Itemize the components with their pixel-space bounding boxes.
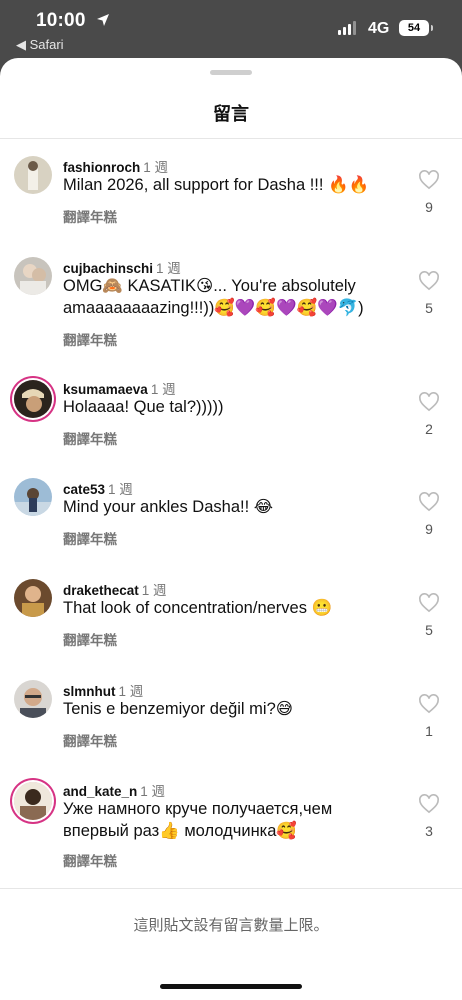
comment-time: 1 週	[108, 482, 133, 497]
comments-sheet: 留言 fashionroch 1 週 Milan 2026, all suppor…	[0, 58, 462, 1000]
header-divider	[0, 138, 462, 139]
comment-username[interactable]: ksumamaeva	[63, 382, 148, 397]
comment-time: 1 週	[156, 261, 181, 276]
like-heart-icon[interactable]	[418, 170, 440, 190]
like-heart-icon[interactable]	[418, 271, 440, 291]
translate-button[interactable]: 翻譯年糕	[63, 206, 117, 226]
status-time: 10:00	[36, 10, 86, 31]
comment-username[interactable]: slmnhut	[63, 684, 116, 699]
comment-username[interactable]: cujbachinschi	[63, 261, 153, 276]
like-count: 2	[425, 421, 433, 437]
home-indicator[interactable]	[160, 984, 302, 989]
translate-button[interactable]: 翻譯年糕	[63, 730, 117, 750]
avatar[interactable]	[14, 478, 52, 516]
comment-time: 1 週	[141, 583, 167, 598]
like-count: 1	[425, 723, 433, 739]
battery-icon: 54	[399, 20, 433, 36]
network-type: 4G	[368, 20, 390, 37]
translate-button[interactable]: 翻譯年糕	[63, 850, 117, 870]
back-to-safari-link[interactable]: ◀ Safari	[16, 37, 64, 53]
comment-time: 1 週	[140, 784, 166, 799]
comment-text: OMG🙈 KASATIK😘... You're absolutely amaaa…	[63, 277, 364, 317]
translate-button[interactable]: 翻譯年糕	[63, 528, 117, 548]
avatar[interactable]	[14, 680, 52, 718]
status-bar: 10:00 ◀ Safari 4G 54	[0, 0, 462, 58]
comment-text: Milan 2026, all support for Dasha !!! 🔥🔥	[63, 176, 370, 194]
comment-username[interactable]: fashionroch	[63, 160, 140, 175]
comment-time: 1 週	[150, 382, 176, 397]
avatar[interactable]	[14, 156, 52, 194]
translate-button[interactable]: 翻譯年糕	[63, 629, 117, 649]
like-heart-icon[interactable]	[418, 492, 440, 512]
sheet-grabber-handle[interactable]	[210, 70, 252, 75]
like-heart-icon[interactable]	[418, 794, 440, 814]
avatar-story-ring[interactable]	[14, 782, 52, 820]
like-count: 5	[425, 622, 433, 638]
sheet-title: 留言	[213, 104, 249, 124]
comment-username[interactable]: cate53	[63, 482, 105, 497]
like-heart-icon[interactable]	[418, 392, 440, 412]
translate-button[interactable]: 翻譯年糕	[63, 329, 117, 349]
comment-limit-note: 這則貼文設有留言數量上限。	[133, 917, 329, 934]
comment-time: 1 週	[143, 160, 169, 175]
footer-divider	[0, 888, 462, 889]
location-arrow-icon	[97, 14, 109, 26]
like-count: 3	[425, 823, 433, 839]
cellular-signal-icon	[338, 21, 356, 35]
comment-text: Tenis e benzemiyor değil mi?😅	[63, 700, 293, 718]
avatar[interactable]	[14, 579, 52, 617]
translate-button[interactable]: 翻譯年糕	[63, 428, 117, 448]
comment-text: That look of concentration/nerves 😬	[63, 599, 333, 617]
comment-username[interactable]: drakethecat	[63, 583, 139, 598]
like-heart-icon[interactable]	[418, 694, 440, 714]
like-count: 5	[425, 300, 433, 316]
comment-username[interactable]: and_kate_n	[63, 784, 137, 799]
comment-time: 1 週	[118, 684, 144, 699]
like-count: 9	[425, 199, 433, 215]
avatar[interactable]	[14, 257, 52, 295]
comment-text: Holaaaa! Que tal?)))))	[63, 398, 224, 416]
like-count: 9	[425, 521, 433, 537]
comment-text: Уже намного круче получается,чем впервый…	[63, 800, 333, 840]
comment-text: Mind your ankles Dasha!! 😂	[63, 498, 274, 516]
avatar-story-ring[interactable]	[14, 380, 52, 418]
like-heart-icon[interactable]	[418, 593, 440, 613]
